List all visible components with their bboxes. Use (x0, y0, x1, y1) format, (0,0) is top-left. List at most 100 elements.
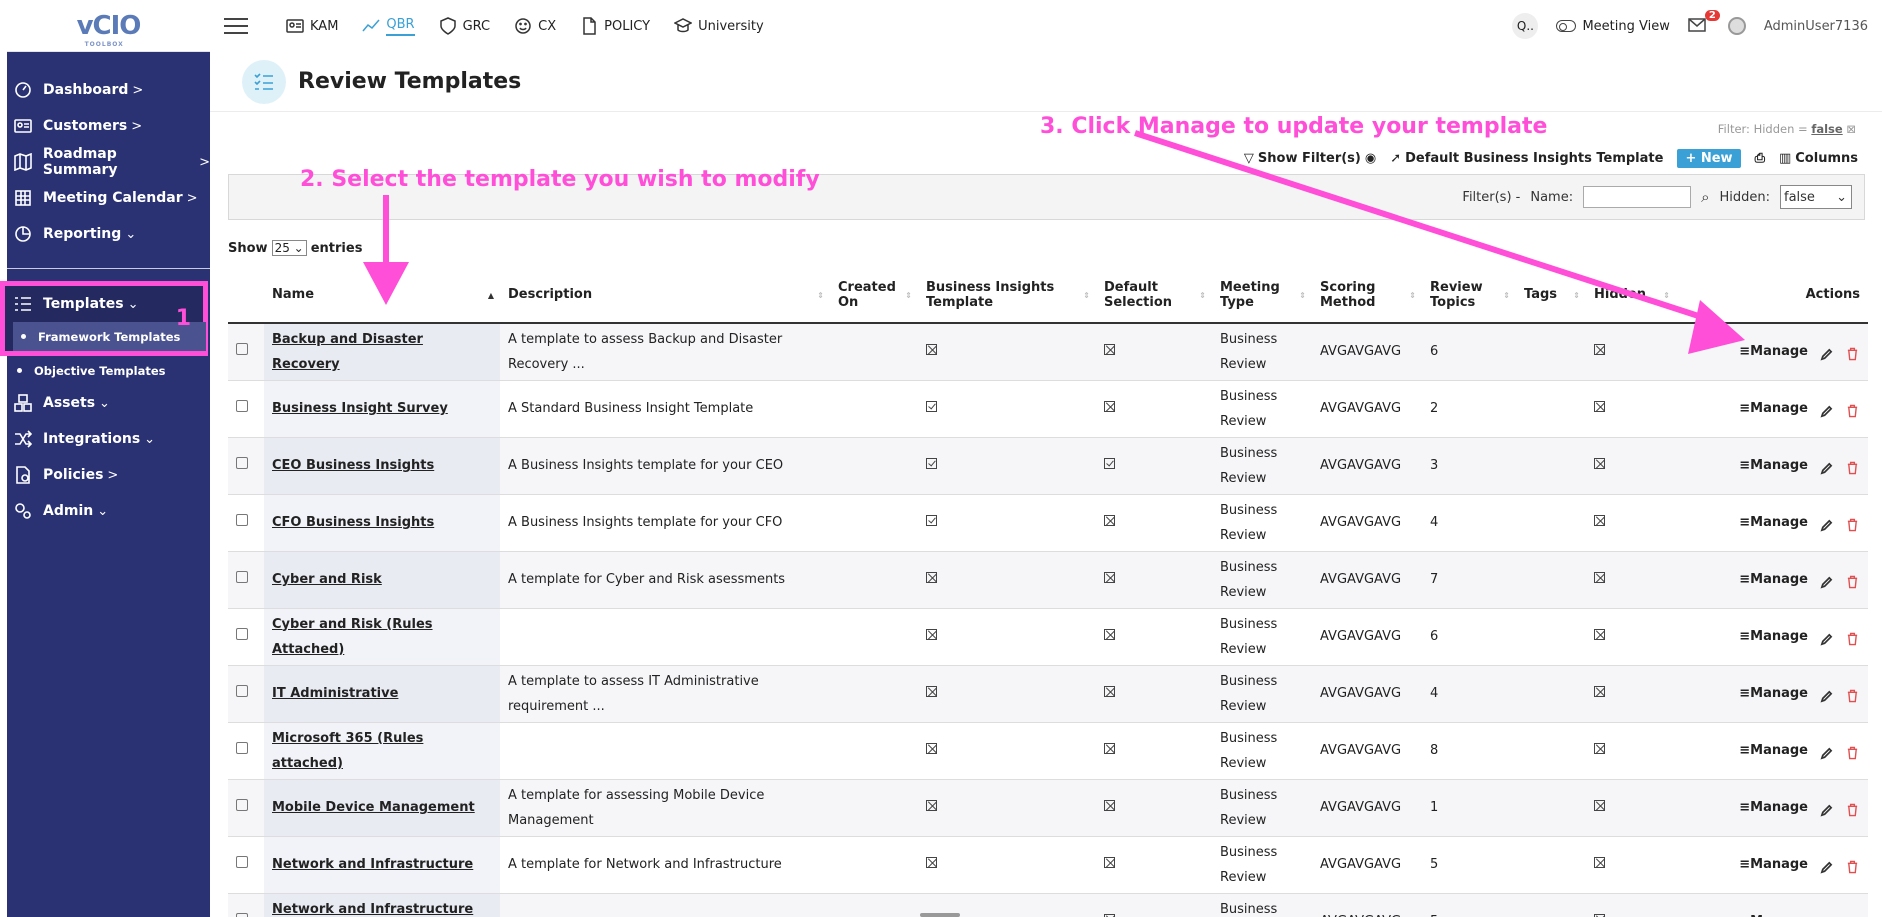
template-name-link[interactable]: Network and Infrastructure (Rules Attach… (272, 902, 473, 917)
hidden-filter-select[interactable]: false ⌄ (1780, 185, 1852, 209)
edit-pencil-icon[interactable] (1820, 744, 1834, 759)
sidebar-subitem-objective-templates[interactable]: Objective Templates (7, 356, 210, 385)
print-icon[interactable]: ⎙ (1755, 151, 1765, 166)
user-name[interactable]: AdminUser7136 (1764, 19, 1868, 34)
template-name-link[interactable]: Mobile Device Management (272, 800, 475, 815)
manage-button[interactable]: ≡Manage (1739, 738, 1808, 763)
entries-select[interactable]: 25 ⌄ (271, 240, 307, 256)
manage-button[interactable]: ≡Manage (1739, 510, 1808, 535)
table-row[interactable]: Business Insight Survey A Standard Busin… (228, 380, 1868, 438)
col-meeting-type[interactable]: Meeting Type ⇕ (1212, 267, 1312, 324)
tab-cx[interactable]: CX (502, 0, 568, 52)
col-created-on[interactable]: Created On ⇕ (830, 267, 918, 324)
tab-qbr[interactable]: QBR (350, 0, 426, 52)
row-checkbox[interactable] (236, 856, 248, 868)
col-tags[interactable]: Tags ⇕ (1516, 267, 1586, 324)
new-button[interactable]: + New (1677, 149, 1741, 168)
table-row[interactable]: Network and Infrastructure (Rules Attach… (228, 893, 1868, 917)
edit-pencil-icon[interactable] (1820, 459, 1834, 474)
edit-pencil-icon[interactable] (1820, 801, 1834, 816)
mail-notifications[interactable]: 2 (1688, 10, 1720, 34)
columns-button[interactable]: ▥ Columns (1779, 151, 1858, 166)
template-name-link[interactable]: Backup and Disaster Recovery (272, 332, 423, 372)
template-name-link[interactable]: CFO Business Insights (272, 515, 434, 530)
table-row[interactable]: Backup and Disaster Recovery A template … (228, 323, 1868, 381)
delete-trash-icon[interactable] (1846, 630, 1860, 645)
row-checkbox[interactable] (236, 514, 248, 526)
table-row[interactable]: Mobile Device Management A template for … (228, 779, 1868, 837)
delete-trash-icon[interactable] (1846, 687, 1860, 702)
edit-pencil-icon[interactable] (1820, 402, 1834, 417)
col-business-insights[interactable]: Business Insights Template ⇕ (918, 267, 1096, 324)
template-name-link[interactable]: IT Administrative (272, 686, 398, 701)
manage-button[interactable]: ≡Manage (1739, 396, 1808, 421)
col-scoring-method[interactable]: Scoring Method ⇕ (1312, 267, 1422, 324)
show-filters-button[interactable]: ▽ Show Filter(s) ◉ (1244, 151, 1376, 166)
manage-button[interactable]: ≡Manage (1739, 339, 1808, 364)
manage-button[interactable]: ≡Manage (1739, 567, 1808, 592)
col-default-selection[interactable]: Default Selection ⇕ (1096, 267, 1212, 324)
table-row[interactable]: Microsoft 365 (Rules attached) Business … (228, 722, 1868, 780)
row-checkbox[interactable] (236, 742, 248, 754)
sidebar-item-assets[interactable]: Assets ⌄ (7, 385, 210, 421)
manage-button[interactable]: ≡Manage (1739, 453, 1808, 478)
manage-button[interactable]: ≡Manage (1739, 852, 1808, 877)
tab-kam[interactable]: KAM (274, 0, 350, 52)
clear-filter-icon[interactable]: ⊠ (1846, 122, 1856, 136)
sidebar-item-admin[interactable]: Admin ⌄ (7, 493, 210, 529)
sidebar-item-customers[interactable]: Customers > (7, 108, 210, 144)
logo[interactable]: vCIO TOOLBOX (77, 11, 142, 48)
edit-pencil-icon[interactable] (1820, 345, 1834, 361)
delete-trash-icon[interactable] (1846, 801, 1860, 816)
hamburger-menu-icon[interactable] (224, 13, 248, 39)
table-row[interactable]: Cyber and Risk A template for Cyber and … (228, 551, 1868, 609)
delete-trash-icon[interactable] (1846, 345, 1860, 361)
col-name[interactable]: Name ▲ (264, 267, 500, 324)
default-template-button[interactable]: ➚ Default Business Insights Template (1390, 151, 1663, 166)
row-checkbox[interactable] (236, 343, 248, 356)
template-name-link[interactable]: Microsoft 365 (Rules attached) (272, 731, 423, 771)
col-description[interactable]: Description ⇕ (500, 267, 830, 324)
manage-button[interactable]: ≡Manage (1739, 909, 1808, 917)
search-icon[interactable]: Q.. (1512, 13, 1539, 39)
row-checkbox[interactable] (236, 628, 248, 640)
delete-trash-icon[interactable] (1846, 402, 1860, 417)
sidebar-item-reporting[interactable]: Reporting ⌄ (7, 216, 210, 252)
sidebar-item-roadmap-summary[interactable]: Roadmap Summary > (7, 144, 210, 180)
manage-button[interactable]: ≡Manage (1739, 795, 1808, 820)
table-row[interactable]: IT Administrative A template to assess I… (228, 665, 1868, 723)
manage-button[interactable]: ≡Manage (1739, 681, 1808, 706)
delete-trash-icon[interactable] (1846, 459, 1860, 474)
search-icon[interactable]: ⌕ (1701, 188, 1709, 206)
table-row[interactable]: Network and Infrastructure A template fo… (228, 836, 1868, 894)
template-name-link[interactable]: Business Insight Survey (272, 401, 448, 416)
row-checkbox[interactable] (236, 457, 248, 469)
template-name-link[interactable]: Network and Infrastructure (272, 857, 473, 872)
tab-university[interactable]: University (662, 0, 776, 52)
sidebar-item-meeting-calendar[interactable]: Meeting Calendar > (7, 180, 210, 216)
meeting-view-toggle[interactable]: Meeting View (1556, 19, 1670, 34)
row-checkbox[interactable] (236, 799, 248, 811)
delete-trash-icon[interactable] (1846, 858, 1860, 873)
row-checkbox[interactable] (236, 913, 248, 917)
table-row[interactable]: Cyber and Risk (Rules Attached) Business… (228, 608, 1868, 666)
template-name-link[interactable]: Cyber and Risk (Rules Attached) (272, 617, 433, 657)
col-review-topics[interactable]: Review Topics ⇕ (1422, 267, 1516, 324)
filter-hidden-value[interactable]: false (1811, 122, 1842, 136)
sidebar-item-policies[interactable]: Policies > (7, 457, 210, 493)
row-checkbox[interactable] (236, 685, 248, 697)
table-row[interactable]: CFO Business Insights A Business Insight… (228, 494, 1868, 552)
name-filter-input[interactable] (1583, 186, 1692, 208)
row-checkbox[interactable] (236, 571, 248, 583)
edit-pencil-icon[interactable] (1820, 687, 1834, 702)
manage-button[interactable]: ≡Manage (1739, 624, 1808, 649)
sidebar-item-templates[interactable]: Templates ⌄ (13, 286, 203, 322)
edit-pencil-icon[interactable] (1820, 516, 1834, 531)
delete-trash-icon[interactable] (1846, 573, 1860, 588)
delete-trash-icon[interactable] (1846, 516, 1860, 531)
edit-pencil-icon[interactable] (1820, 630, 1834, 645)
sidebar-item-dashboard[interactable]: Dashboard > (7, 72, 210, 108)
sidebar-item-integrations[interactable]: Integrations ⌄ (7, 421, 210, 457)
row-checkbox[interactable] (236, 400, 248, 412)
tab-policy[interactable]: POLICY (568, 0, 662, 52)
